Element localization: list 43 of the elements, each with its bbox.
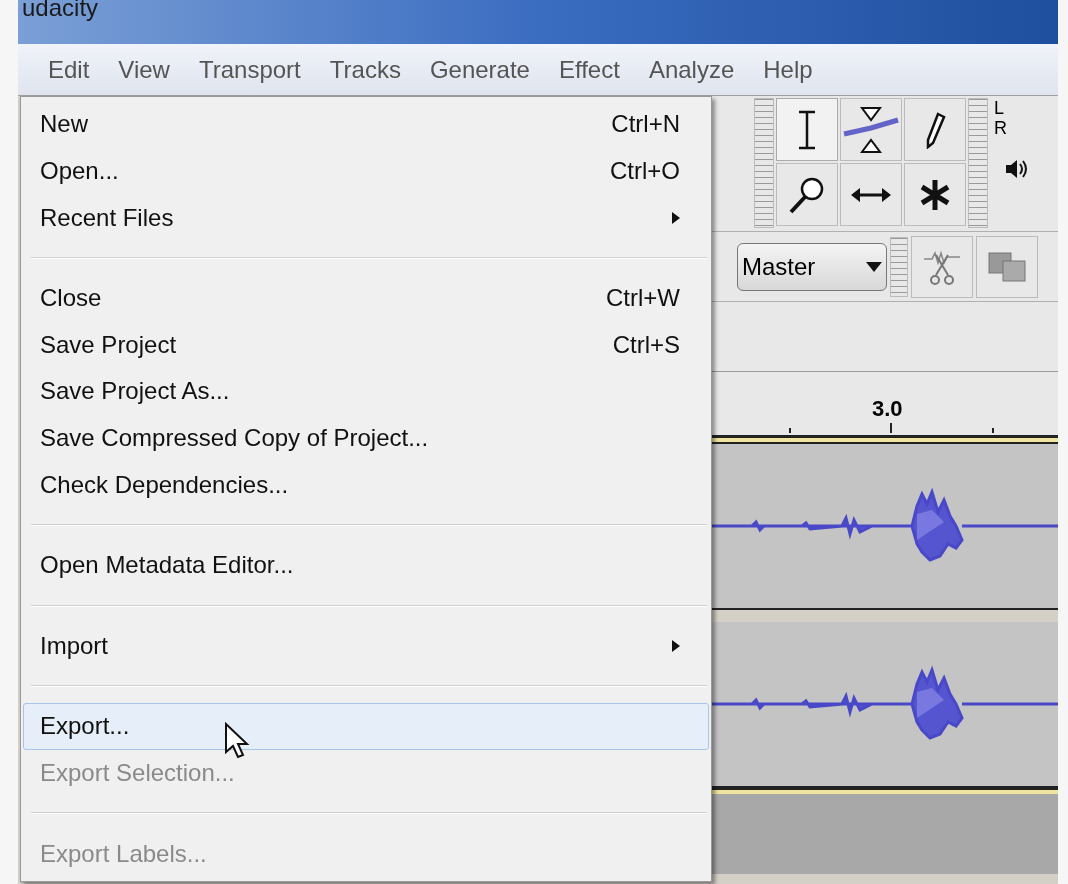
menu-item[interactable]: Analyze [648, 51, 735, 88]
menu-entry[interactable]: Save Project Ctrl+S [23, 321, 709, 369]
ruler-label: 3.0 [872, 395, 903, 423]
multi-tool-button[interactable] [904, 163, 966, 226]
submenu-arrow-icon [672, 211, 680, 224]
asterisk-icon [919, 178, 951, 211]
selection-tool-button[interactable] [776, 98, 838, 161]
menu-item[interactable]: Edit [48, 51, 90, 88]
menu-item[interactable]: Effect [558, 51, 620, 88]
menu-entry[interactable]: Save Project As... [23, 368, 709, 415]
menu-item[interactable]: Transport [198, 51, 301, 88]
menu-entry[interactable]: Save Compressed Copy of Project... [23, 414, 709, 462]
menu-entry[interactable]: New Ctrl+N [23, 101, 709, 148]
menu-item[interactable]: View [118, 51, 170, 88]
meter-label: R [994, 118, 1008, 138]
mouse-pointer-icon [224, 722, 250, 761]
zoom-tool-button[interactable] [776, 163, 838, 226]
pencil-icon [924, 110, 946, 149]
speaker-icon [1004, 158, 1028, 180]
menu-entry[interactable]: Recent Files [23, 194, 709, 241]
mixer-dropdown[interactable]: Master [737, 242, 887, 291]
menu-entry[interactable]: Open... Ctrl+O [23, 147, 709, 195]
menu-entry[interactable]: Close Ctrl+W [23, 274, 709, 322]
menu-item[interactable]: Generate [429, 51, 530, 88]
clips-icon [987, 250, 1027, 283]
double-arrow-icon [851, 186, 891, 203]
menu-entry[interactable]: Open Metadata Editor... [23, 542, 709, 589]
grip-handle [890, 236, 908, 297]
meter-label: L [994, 98, 1005, 118]
time-shift-tool-button[interactable] [840, 163, 902, 226]
menu-item[interactable]: Tracks [329, 51, 401, 88]
envelope-tool-button[interactable] [840, 98, 902, 161]
silence-button[interactable] [976, 235, 1038, 298]
caret-icon [866, 261, 882, 272]
menu-entry[interactable]: Check Dependencies... [23, 461, 709, 509]
envelope-icon [842, 105, 900, 154]
menu-item[interactable]: Help [763, 51, 813, 88]
mixer-value: Master [742, 251, 816, 282]
menu-entry[interactable]: Import [23, 622, 709, 670]
submenu-arrow-icon [672, 639, 680, 652]
draw-tool-button[interactable] [904, 98, 966, 161]
i-beam-icon [796, 109, 818, 150]
trim-button[interactable] [911, 235, 973, 298]
